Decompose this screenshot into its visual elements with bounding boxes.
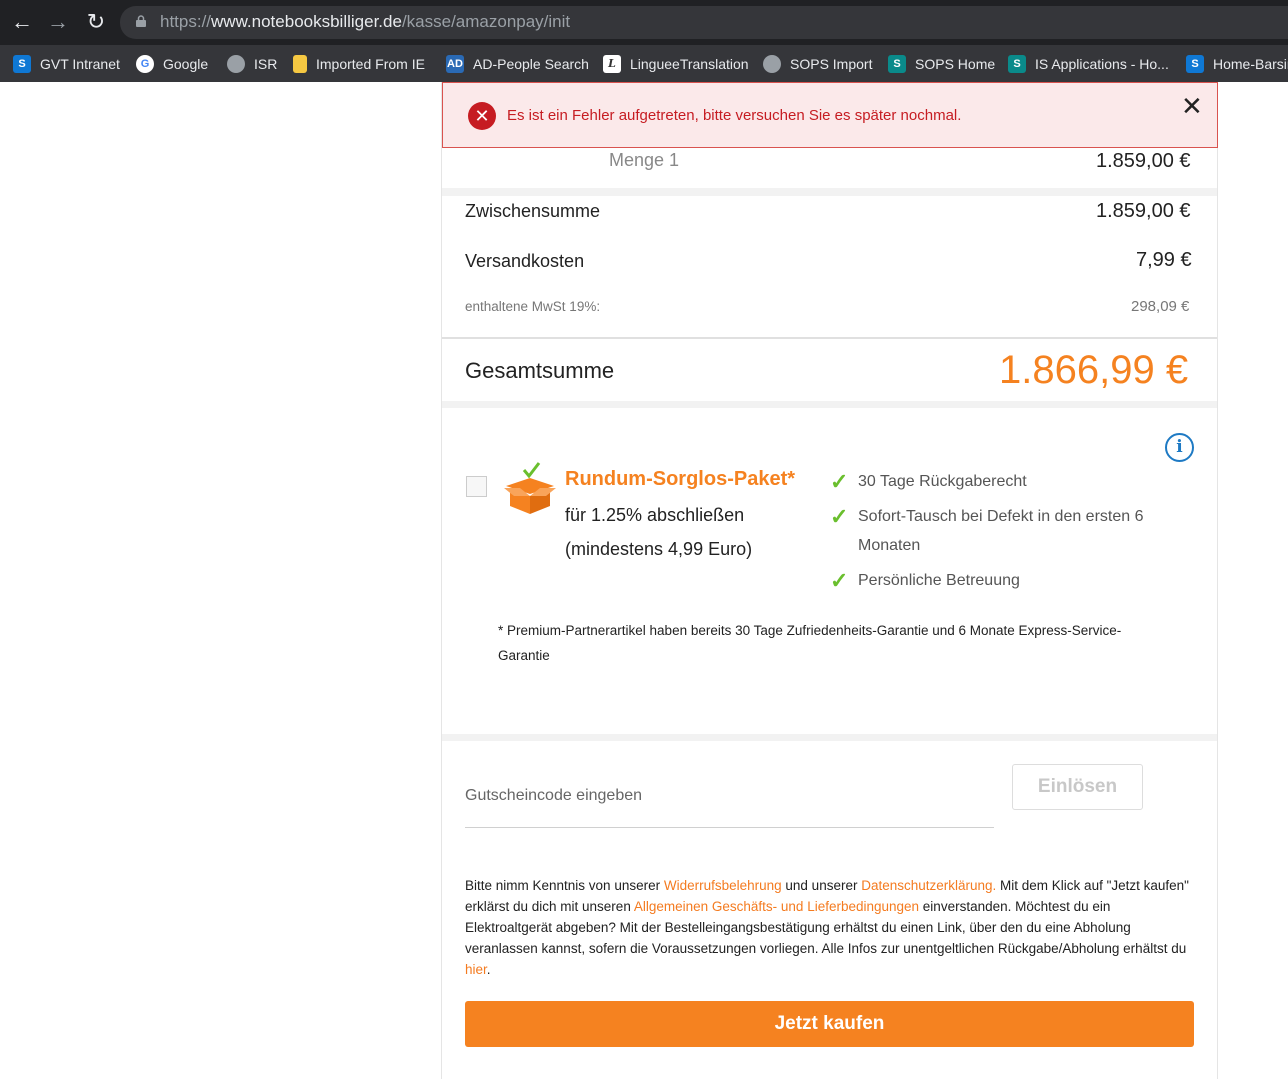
package-box-icon	[504, 462, 556, 514]
package-minimum-line: (mindestens 4,99 Euro)	[565, 539, 753, 559]
url-text[interactable]: https://www.notebooksbilliger.de/kasse/a…	[160, 12, 570, 32]
bookmark-sops-home[interactable]: S SOPS Home	[888, 45, 995, 82]
checkmark-icon: ✓	[830, 469, 849, 494]
back-icon[interactable]: ←	[8, 8, 36, 36]
sharepoint-icon: S	[1008, 54, 1026, 73]
checkmark-icon: ✓	[830, 504, 849, 529]
globe-icon	[227, 54, 245, 73]
package-price-line: für 1.25% abschließen	[565, 505, 745, 525]
error-icon: ✕	[468, 102, 496, 130]
voucher-input-underline	[465, 827, 994, 828]
legal-notice: Bitte nimm Kenntnis von unserer Widerruf…	[465, 878, 1189, 977]
shipping-value: 7,99 €	[1136, 249, 1192, 271]
package-title: Rundum-Sorglos-Paket*	[565, 468, 796, 490]
bookmark-isr[interactable]: ISR	[227, 45, 277, 82]
linguee-icon: L	[603, 54, 621, 73]
reload-icon[interactable]: ↻	[82, 8, 110, 36]
forward-icon[interactable]: →	[44, 8, 72, 36]
benefit-item: Sofort-Tausch bei Defekt in den ersten 6	[858, 508, 1144, 525]
divider	[442, 188, 1217, 196]
benefit-item-continued: Monaten	[858, 537, 921, 554]
divider	[442, 337, 1217, 339]
folder-icon	[293, 54, 307, 73]
bookmark-sops-import[interactable]: SOPS Import	[763, 45, 872, 82]
benefit-item: Persönliche Betreuung	[858, 572, 1020, 589]
package-footnote-continued: Garantie	[498, 648, 550, 663]
bookmark-is-applications[interactable]: S IS Applications - Ho...	[1008, 45, 1169, 82]
sharepoint-icon: S	[13, 54, 31, 73]
item-quantity: Menge 1	[609, 150, 680, 170]
lock-icon	[136, 15, 146, 27]
bookmark-gvt-intranet[interactable]: S GVT Intranet	[13, 45, 120, 82]
error-alert: ✕ Es ist ein Fehler aufgetreten, bitte v…	[442, 82, 1218, 148]
total-label: Gesamtsumme	[465, 358, 615, 383]
bookmark-imported-from-ie[interactable]: Imported From IE	[293, 45, 425, 82]
globe-icon	[763, 54, 781, 73]
vat-value: 298,09 €	[1131, 298, 1190, 315]
shipping-label: Versandkosten	[465, 251, 585, 271]
divider	[442, 401, 1217, 408]
return-info-link[interactable]: hier	[465, 962, 487, 977]
ad-icon: AD	[446, 54, 464, 73]
google-icon: G	[136, 54, 154, 73]
item-price: 1.859,00 €	[1096, 150, 1191, 172]
bookmark-home-barsin[interactable]: S Home-Barsin	[1186, 45, 1288, 82]
package-checkbox[interactable]	[466, 476, 487, 497]
bookmark-google[interactable]: G Google	[136, 45, 208, 82]
browser-toolbar: ← → ↻ https://www.notebooksbilliger.de/k…	[0, 0, 1288, 45]
info-icon[interactable]: i	[1165, 433, 1194, 462]
divider	[442, 734, 1217, 741]
benefit-item: 30 Tage Rückgaberecht	[858, 473, 1027, 490]
sharepoint-icon: S	[888, 54, 906, 73]
sharepoint-icon: S	[1186, 54, 1204, 73]
privacy-policy-link[interactable]: Datenschutzerklärung.	[861, 878, 996, 893]
checkmark-icon: ✓	[830, 568, 849, 593]
total-value: 1.866,99 €	[999, 348, 1189, 392]
subtotal-value: 1.859,00 €	[1096, 200, 1191, 222]
bookmark-linguee[interactable]: L LingueeTranslation	[603, 45, 749, 82]
bookmarks-bar: S GVT Intranet G Google ISR Imported From …	[0, 45, 1288, 82]
withdrawal-policy-link[interactable]: Widerrufsbelehrung	[664, 878, 782, 893]
voucher-input[interactable]: Gutscheincode eingeben	[465, 787, 642, 805]
error-message: Es ist ein Fehler aufgetreten, bitte ver…	[507, 107, 962, 124]
package-footnote: * Premium-Partnerartikel haben bereits 3…	[498, 623, 1122, 638]
subtotal-label: Zwischensumme	[465, 201, 601, 221]
terms-link[interactable]: Allgemeinen Geschäfts- und Lieferbedingu…	[634, 899, 919, 914]
redeem-button[interactable]: Einlösen	[1012, 764, 1143, 810]
buy-now-button[interactable]: Jetzt kaufen	[465, 1001, 1194, 1047]
bookmark-ad-people-search[interactable]: AD AD-People Search	[446, 45, 589, 82]
close-icon[interactable]: ✕	[1181, 93, 1203, 119]
vat-label: enthaltene MwSt 19%:	[465, 299, 601, 314]
